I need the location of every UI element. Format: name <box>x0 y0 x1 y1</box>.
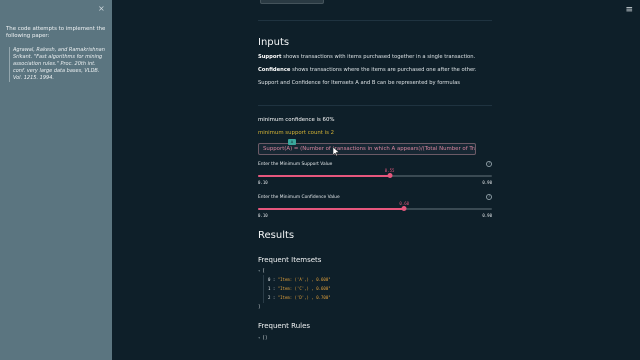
frequent-rules-json: ▾[] <box>258 333 267 342</box>
formula-tag: A <box>288 139 296 145</box>
sidebar-citation: Agrawal, Rakesh, and Ramakrishnan Srikan… <box>9 47 106 83</box>
formula-note: Support and Confidence for Itemsets A an… <box>258 80 460 86</box>
json-item: 2 : "Item: ('D',) , 0.700" <box>268 295 331 300</box>
close-sidebar-icon[interactable]: × <box>98 4 105 14</box>
frequent-itemsets-heading: Frequent Itemsets <box>258 256 322 264</box>
support-description: Support shows transactions with items pu… <box>258 54 498 61</box>
min-confidence-slider: Enter the Minimum Confidence Value ? 0.6… <box>258 194 492 218</box>
json-close: ] <box>258 304 261 309</box>
frequent-itemsets-json: ▾[ 0 : "Item: ('A',) , 0.600" 1 : "Item:… <box>258 266 331 311</box>
slider-max: 0.90 <box>482 213 492 218</box>
help-icon[interactable]: ? <box>486 194 492 200</box>
slider-min: 0.10 <box>258 213 268 218</box>
min-support-slider-label: Enter the Minimum Support Value <box>258 162 333 167</box>
slider-thumb[interactable] <box>387 173 393 178</box>
min-confidence-text: minimum confidence is 60% <box>258 117 335 123</box>
min-support-slider: Enter the Minimum Support Value ? 0.55 0… <box>258 161 492 185</box>
slider-track[interactable] <box>258 173 492 178</box>
slider-max: 0.90 <box>482 180 492 185</box>
collapse-icon[interactable]: ▾ <box>258 335 260 340</box>
confidence-term: Confidence <box>258 67 291 73</box>
json-open: ▾[ <box>258 268 265 273</box>
slider-min: 0.10 <box>258 180 268 185</box>
slider-thumb[interactable] <box>401 206 407 211</box>
main-content: ≡ Inputs Support shows transactions with… <box>112 0 640 360</box>
confidence-description: Confidence shows transactions where the … <box>258 67 498 74</box>
collapse-icon[interactable]: ▾ <box>258 268 260 273</box>
json-item: 0 : "Item: ('A',) , 0.600" <box>268 277 331 282</box>
support-text: shows transactions with items purchased … <box>281 54 476 60</box>
slider-fill <box>258 175 390 177</box>
inputs-heading: Inputs <box>258 37 290 48</box>
sidebar: × The code attempts to implement the fol… <box>0 0 112 360</box>
min-confidence-slider-label: Enter the Minimum Confidence Value <box>258 195 340 200</box>
results-heading: Results <box>258 230 295 241</box>
slider-fill <box>258 208 405 210</box>
formula-container: Support(A) = (Number of transactions in … <box>258 139 492 156</box>
min-support-text: minimum support count is 2 <box>258 130 335 136</box>
json-item: 1 : "Item: ('C',) , 0.600" <box>268 286 331 291</box>
menu-icon[interactable]: ≡ <box>625 5 633 15</box>
json-guide <box>263 275 264 303</box>
slider-track[interactable] <box>258 206 492 211</box>
json-empty: ▾[] <box>258 335 268 340</box>
frequent-rules-heading: Frequent Rules <box>258 322 311 330</box>
support-term: Support <box>258 54 282 60</box>
help-icon[interactable]: ? <box>486 161 492 167</box>
top-widget-stub <box>260 0 324 4</box>
divider <box>258 20 492 21</box>
divider <box>258 105 492 106</box>
sidebar-intro: The code attempts to implement the follo… <box>6 26 106 40</box>
confidence-text: shows transactions where the items are p… <box>290 67 477 73</box>
